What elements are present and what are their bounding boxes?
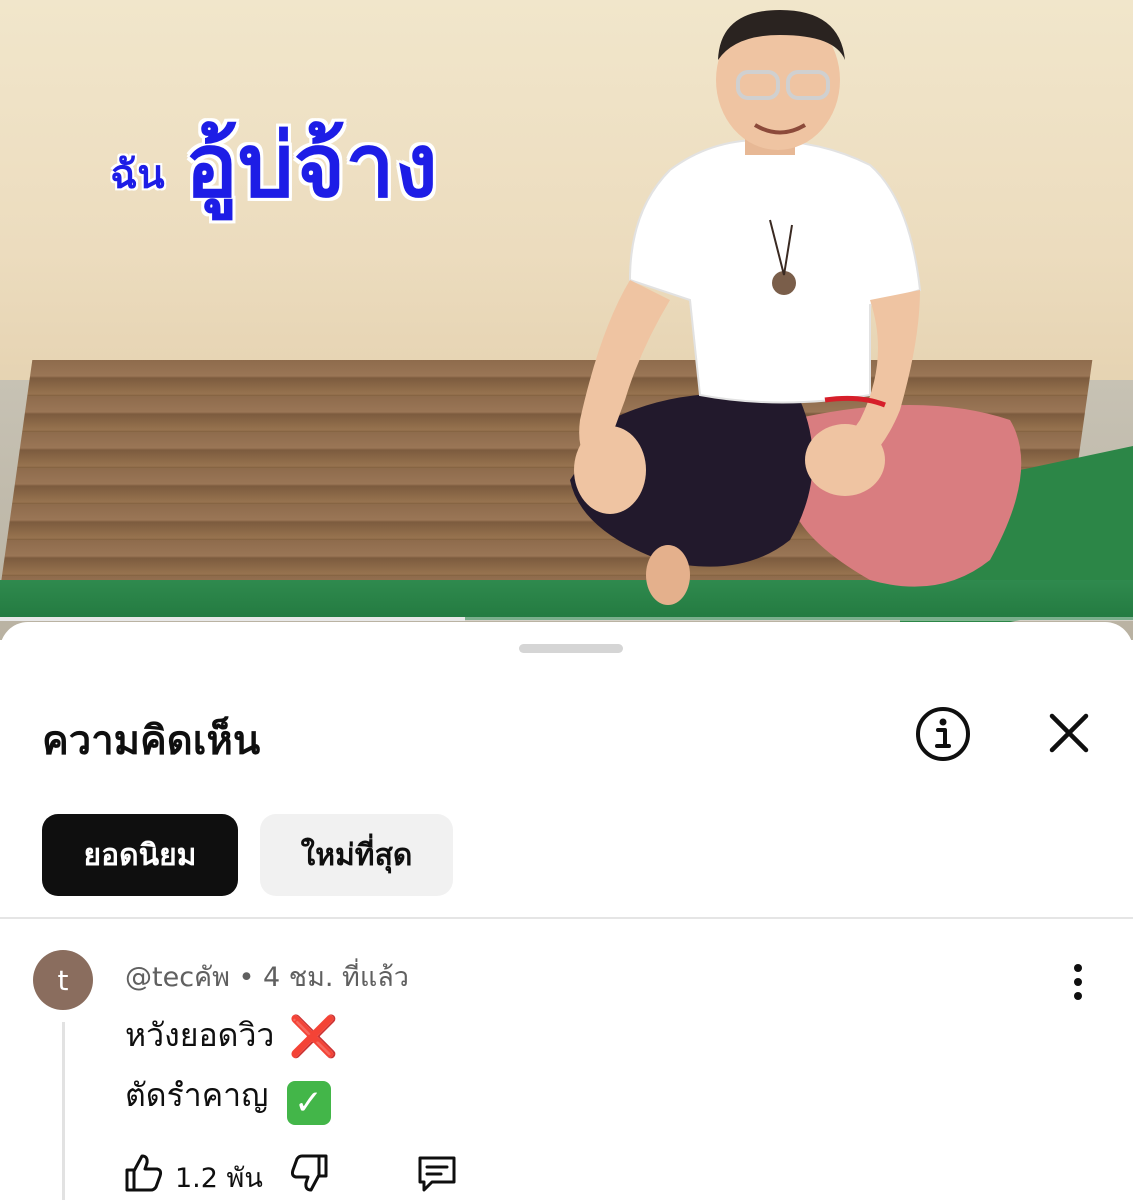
comments-sheet: ความคิดเห็น ยอดนิยม ใหม่ที่สุด t @tecคัพ… (0, 622, 1133, 1200)
video-person-illustration (570, 10, 1022, 605)
more-vertical-icon[interactable] (1066, 962, 1090, 1002)
check-mark-icon: ✓ (286, 1081, 331, 1125)
video-progress-fill (0, 617, 465, 621)
comment-text-line-2: ตัดรำคาญ ✓ (125, 1070, 331, 1125)
thread-line (62, 1022, 65, 1200)
avatar[interactable]: t (33, 950, 93, 1010)
like-count: 1.2 พัน (175, 1163, 263, 1194)
comment-author-time[interactable]: @tecคัพ • 4 ชม. ที่แล้ว (125, 955, 409, 998)
video-player[interactable]: ฉัน อู้บ่จ้าง (0, 0, 1133, 640)
reply-icon[interactable] (416, 1154, 458, 1194)
video-overlay-text-small: ฉัน (110, 152, 165, 198)
comment-text-line-1: หวังยอดวิว ❌ (125, 1010, 338, 1061)
info-icon[interactable] (914, 705, 972, 763)
filter-newest[interactable]: ใหม่ที่สุด (260, 814, 453, 896)
filter-top-comments[interactable]: ยอดนิยม (42, 814, 238, 896)
thumbs-down-icon[interactable] (288, 1152, 330, 1194)
comment-text-2: ตัดรำคาญ (125, 1076, 269, 1114)
comment-text-1: หวังยอดวิว (125, 1016, 275, 1054)
close-icon[interactable] (1046, 710, 1092, 756)
divider (0, 917, 1133, 919)
thumbs-up-icon[interactable] (123, 1152, 165, 1194)
comments-title: ความคิดเห็น (42, 718, 261, 764)
cross-mark-icon: ❌ (288, 1014, 339, 1060)
video-overlay-text-big: อู้บ่จ้าง (185, 114, 438, 217)
sheet-drag-handle[interactable] (519, 644, 623, 653)
